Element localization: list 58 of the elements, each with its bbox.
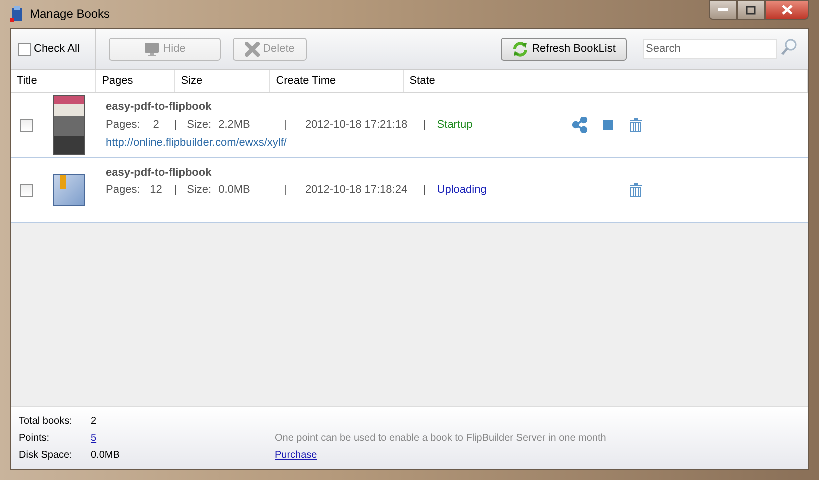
state-text: Uploading bbox=[437, 184, 488, 196]
column-header[interactable]: Create Time bbox=[270, 70, 404, 92]
stat-label: Points: bbox=[19, 432, 51, 444]
stat-value: 0.0MB bbox=[91, 450, 120, 460]
refresh-icon bbox=[512, 40, 530, 58]
window-title: Manage Books bbox=[30, 7, 110, 21]
maximize-button[interactable] bbox=[737, 0, 765, 20]
checkbox[interactable] bbox=[18, 42, 31, 56]
size-label: Size: bbox=[187, 119, 212, 131]
create-time: 2012-10-18 17:21:18 bbox=[305, 119, 409, 131]
close-button[interactable] bbox=[765, 0, 809, 20]
monitor-icon bbox=[144, 42, 160, 56]
stop-icon[interactable] bbox=[602, 119, 614, 131]
minimize-icon bbox=[718, 8, 728, 12]
column-header[interactable]: Title bbox=[11, 70, 96, 92]
search-icon[interactable] bbox=[781, 39, 797, 56]
book-title: easy-pdf-to-flipbook bbox=[106, 166, 213, 178]
book-url-link[interactable]: http://online.flipbuilder.com/ewxs/xylf/ bbox=[106, 137, 644, 149]
separator: | bbox=[284, 184, 288, 196]
column-header[interactable]: Size bbox=[175, 70, 270, 92]
create-time: 2012-10-18 17:18:24 bbox=[305, 184, 409, 196]
separator: | bbox=[174, 119, 178, 131]
state-text: Startup bbox=[437, 119, 474, 131]
magazine-cover-placeholder bbox=[53, 95, 85, 155]
pages-label: Pages: bbox=[106, 184, 140, 196]
book-icon bbox=[10, 6, 24, 22]
purchase-link[interactable]: Purchase bbox=[275, 450, 318, 461]
close-icon bbox=[782, 5, 792, 15]
search-field[interactable]: Search bbox=[643, 39, 777, 59]
share-icon[interactable] bbox=[572, 117, 588, 133]
size-label: Size: bbox=[187, 184, 212, 196]
pages-value: 2 bbox=[152, 119, 160, 131]
separator: | bbox=[423, 119, 426, 131]
stat-value: 2 bbox=[91, 416, 97, 426]
size-value: 0.0MB bbox=[218, 184, 252, 196]
separator: | bbox=[423, 184, 426, 196]
check-all-label[interactable]: Check All bbox=[34, 43, 80, 55]
column-header[interactable]: State bbox=[404, 70, 808, 92]
book-icon bbox=[53, 174, 85, 206]
cross-icon bbox=[245, 42, 260, 56]
minimize-button[interactable] bbox=[709, 0, 737, 20]
info-text: One point can be used to enable a book to FlipBuilder Server in one month bbox=[275, 433, 606, 444]
checkbox[interactable] bbox=[20, 118, 33, 132]
size-value: 2.2MB bbox=[218, 119, 252, 131]
separator: | bbox=[174, 184, 178, 196]
pages-value: 12 bbox=[149, 184, 164, 196]
stat-label: Total books: bbox=[19, 416, 74, 426]
maximize-icon bbox=[746, 6, 756, 14]
checkbox[interactable] bbox=[20, 184, 33, 196]
pages-label: Pages: bbox=[106, 119, 140, 131]
column-header[interactable]: Pages bbox=[96, 70, 176, 92]
stat-label: Disk Space: bbox=[19, 450, 74, 460]
refresh-button[interactable]: Refresh BookList bbox=[501, 38, 627, 60]
book-title: easy-pdf-to-flipbook bbox=[106, 101, 213, 113]
trash-icon[interactable] bbox=[630, 118, 642, 132]
separator: | bbox=[284, 119, 288, 131]
trash-icon[interactable] bbox=[630, 182, 642, 196]
points-link[interactable]: 5 bbox=[91, 432, 97, 444]
